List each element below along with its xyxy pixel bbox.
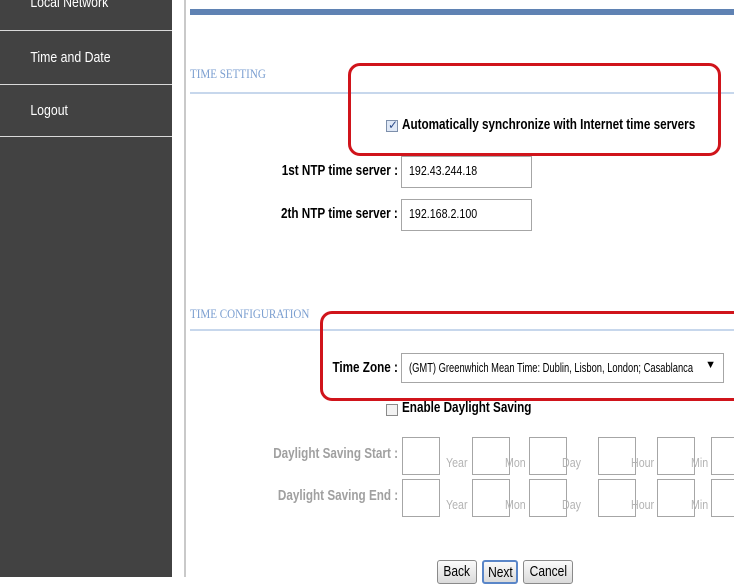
header-bar (190, 9, 734, 15)
unit-min: Min (691, 497, 709, 512)
content-border (184, 0, 186, 577)
highlight-box-timezone (320, 311, 734, 401)
cancel-button-label: Cancel (529, 563, 567, 580)
dst-start-min-input[interactable] (657, 437, 695, 475)
dst-end-year-input[interactable] (402, 479, 440, 517)
section-title-time-setting: TIME SETTING (190, 66, 266, 81)
sidebar-divider (0, 30, 172, 31)
sidebar-item-label: Time and Date (30, 49, 111, 66)
dst-enable-checkbox[interactable] (386, 404, 398, 416)
unit-year: Year (446, 455, 468, 470)
next-button-label: Next (487, 564, 513, 581)
unit-hour: Hour (631, 497, 655, 512)
back-button[interactable]: Back (437, 560, 477, 584)
ntp1-value: 192.43.244.18 (409, 163, 478, 178)
sidebar-gap (172, 0, 184, 577)
dst-end-min-input[interactable] (657, 479, 695, 517)
unit-hour: Hour (631, 455, 655, 470)
unit-year: Year (446, 497, 468, 512)
back-button-label: Back (443, 563, 471, 580)
sidebar-item-time-and-date[interactable]: Time and Date (0, 49, 141, 77)
unit-day: Day (562, 497, 581, 512)
ntp1-input[interactable]: 192.43.244.18 (401, 156, 532, 188)
next-button[interactable]: Next (482, 560, 518, 584)
unit-mon: Mon (505, 497, 526, 512)
sidebar-item-local-network[interactable]: Local Network (0, 0, 141, 22)
cancel-button[interactable]: Cancel (523, 560, 573, 584)
ntp2-value: 192.168.2.100 (409, 206, 478, 221)
sidebar-divider (0, 84, 172, 85)
section-title-time-configuration: TIME CONFIGURATION (190, 306, 310, 321)
dst-start-extra-input[interactable] (711, 437, 734, 475)
unit-mon: Mon (505, 455, 526, 470)
dst-start-label: Daylight Saving Start : (273, 445, 398, 462)
sidebar-item-label: Local Network (30, 0, 109, 11)
ntp2-label: 2th NTP time server : (281, 205, 398, 222)
sidebar-item-label: Logout (30, 102, 68, 119)
highlight-box-auto-sync (348, 63, 721, 156)
sidebar-divider (0, 136, 172, 137)
dst-end-label: Daylight Saving End : (277, 487, 398, 504)
ntp1-label: 1st NTP time server : (281, 162, 398, 179)
dst-end-extra-input[interactable] (711, 479, 734, 517)
sidebar-item-logout[interactable]: Logout (0, 102, 141, 130)
sidebar: Local Network Time and Date Logout (0, 0, 172, 577)
dst-enable-label: Enable Daylight Saving (402, 399, 532, 416)
ntp2-input[interactable]: 192.168.2.100 (401, 199, 532, 231)
dst-start-year-input[interactable] (402, 437, 440, 475)
unit-day: Day (562, 455, 581, 470)
unit-min: Min (691, 455, 709, 470)
